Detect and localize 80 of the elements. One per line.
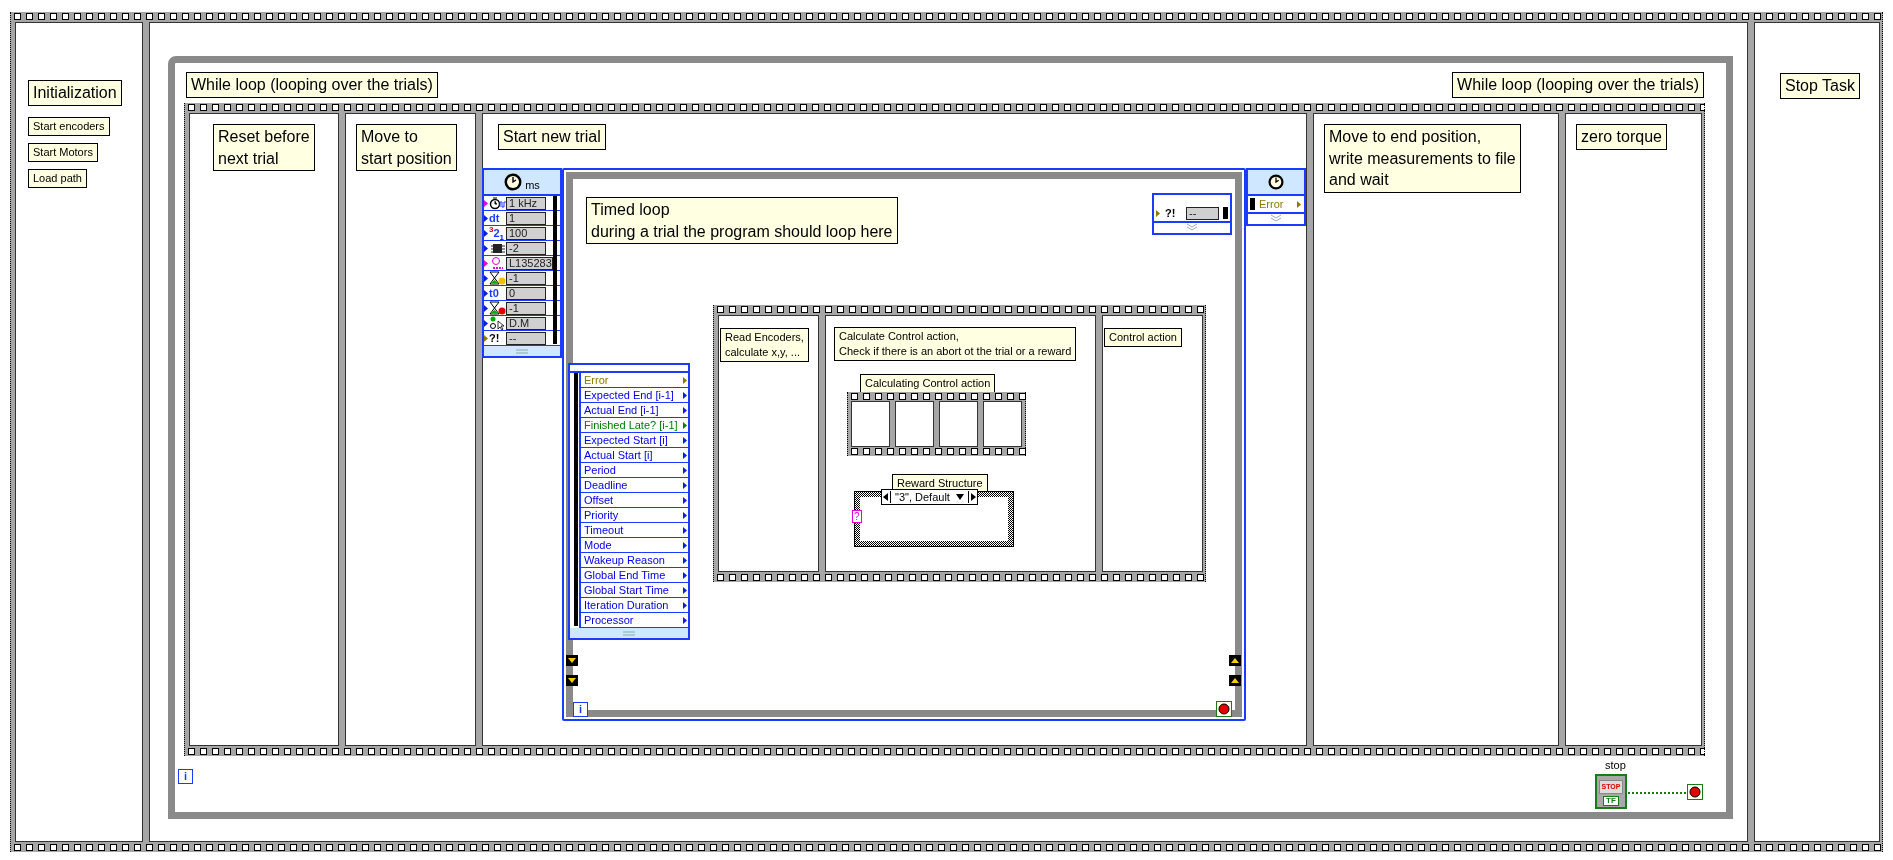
structure-label: Calculating Control action (860, 374, 996, 393)
value-field: 0 (506, 286, 546, 300)
name-ring-icon (489, 256, 506, 270)
data-type-tag: TF (1603, 796, 1619, 806)
shift-register-icon (566, 655, 578, 666)
terminal-tag: t0 (489, 286, 506, 300)
value-field: -2 (506, 241, 546, 255)
resize-grip-icon[interactable] (623, 630, 635, 636)
value-field: -1 (506, 271, 546, 285)
step-label: Start Motors (28, 143, 98, 162)
terminal-tag: $^{3}$2$_{1}$ (489, 222, 506, 244)
terminal-arrow-icon (1156, 209, 1160, 217)
decrement-arrow-icon[interactable] (882, 491, 890, 503)
output-terminal[interactable]: Mode (581, 538, 688, 553)
terminal-tag: dt (489, 211, 506, 225)
value-field: 1 (506, 211, 546, 225)
case-selector[interactable]: "3", Default (881, 489, 978, 505)
frame-label: Calculate Control action, Check if there is an abort ot the trial or a reward (834, 327, 1077, 361)
hourglass-error-icon (489, 301, 506, 315)
frame-label: Initialization (28, 80, 122, 106)
output-terminal[interactable]: Expected End [i-1] (581, 388, 688, 403)
frame-label: Start new trial (498, 124, 606, 150)
value-field: 100 (506, 226, 546, 240)
shift-register-icon (1229, 655, 1241, 666)
frame-label: Move to end position, write measurements to file and wait (1324, 124, 1521, 193)
clock-icon (1268, 174, 1284, 190)
output-terminal[interactable]: Deadline (581, 478, 688, 493)
output-terminal[interactable]: Timeout (581, 523, 688, 538)
tunnel-bar-icon (1223, 207, 1228, 219)
stop-terminal-icon (1216, 701, 1232, 717)
tunnel-bar-icon (1250, 198, 1255, 210)
loop-label: Timed loop during a trial the program should loop here (586, 197, 898, 245)
frame-label: Read Encoders, calculate x,y, ... (720, 328, 809, 362)
clock-icon (504, 173, 523, 191)
output-terminal[interactable]: Global End Time (581, 568, 688, 583)
frame-label: Stop Task (1780, 73, 1860, 99)
step-label: Start encoders (28, 117, 110, 136)
loop-label: While loop (looping over the trials) (1452, 72, 1704, 98)
expand-chevron-icon[interactable] (1186, 223, 1198, 231)
stop-terminal-icon (1687, 784, 1703, 800)
value-field: -1 (506, 301, 546, 315)
output-terminal[interactable]: Actual Start [i] (581, 448, 688, 463)
value-field: D.M (506, 316, 546, 330)
resize-grip-icon[interactable] (516, 348, 528, 354)
output-terminal[interactable]: Priority (581, 508, 688, 523)
output-terminal[interactable]: Global Start Time (581, 583, 688, 598)
terminal-tag: ?! (489, 331, 506, 345)
output-terminal[interactable]: Error (1259, 198, 1293, 210)
mode-icon (489, 316, 506, 330)
output-terminal[interactable]: Error (581, 373, 688, 388)
output-terminal[interactable]: Offset (581, 493, 688, 508)
frame-label: Control action (1104, 328, 1182, 347)
expand-chevron-icon[interactable] (1270, 214, 1282, 222)
selector-terminal: ? (852, 510, 862, 523)
control-label: stop (1605, 759, 1626, 771)
shift-register-icon (1229, 675, 1241, 686)
value-field: -- (506, 331, 546, 345)
frame-label: zero torque (1576, 124, 1667, 150)
frame-label: Move to start position (356, 124, 457, 172)
hourglass-warning-icon (489, 271, 506, 285)
loop-label: While loop (looping over the trials) (186, 72, 438, 98)
shift-register-icon (566, 675, 578, 686)
output-terminal[interactable]: Wakeup Reason (581, 553, 688, 568)
output-terminal[interactable]: Period (581, 463, 688, 478)
iteration-terminal: i (573, 702, 588, 717)
terminal-tag: ?! (1165, 206, 1182, 220)
output-terminal[interactable]: Expected Start [i] (581, 433, 688, 448)
chip-icon (489, 241, 506, 255)
output-terminal[interactable]: Actual End [i-1] (581, 403, 688, 418)
iteration-terminal: i (178, 769, 193, 784)
value-field: 1 kHz (506, 196, 546, 210)
unit-label: ms (525, 179, 540, 191)
step-label: Load path (28, 169, 87, 188)
increment-arrow-icon[interactable] (968, 491, 977, 503)
output-terminal[interactable]: Iteration Duration (581, 598, 688, 613)
output-terminal[interactable]: Finished Late? [i-1] (581, 418, 688, 433)
frame-label: Reset before next trial (213, 124, 315, 172)
value-field: L135283 (506, 256, 553, 270)
terminal-arrow-icon (1297, 200, 1301, 208)
value-field: -- (1186, 206, 1219, 220)
